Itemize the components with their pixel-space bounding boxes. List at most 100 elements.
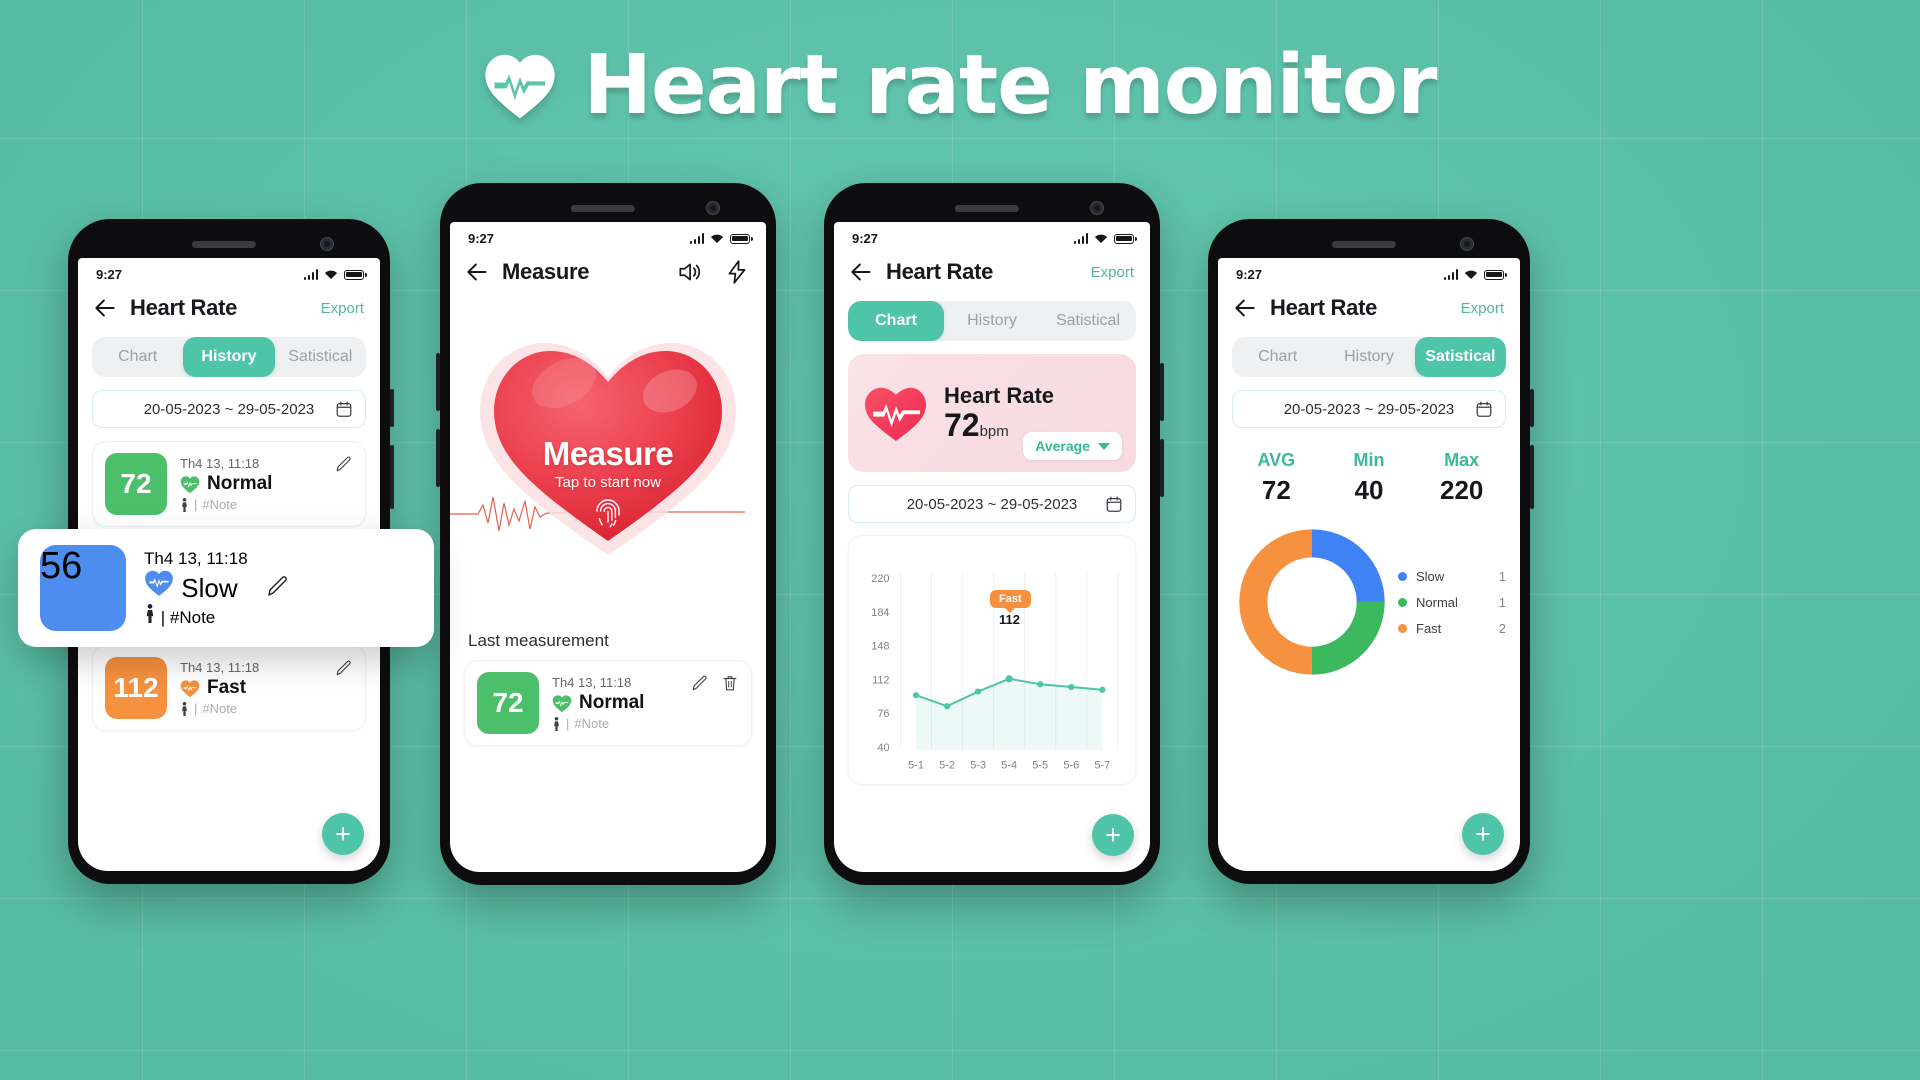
trash-icon[interactable] — [721, 674, 739, 692]
record-state: Slow — [144, 569, 248, 604]
record-body: Th4 13, 11:18 Normal | #Note — [552, 675, 678, 731]
stat-avg-value: 72 — [1261, 475, 1291, 505]
phone2-volume-button[interactable] — [436, 429, 440, 487]
phone3-camera — [1090, 201, 1104, 215]
back-arrow-icon[interactable] — [1232, 295, 1258, 321]
phone1-appbar: Heart Rate Export — [78, 285, 380, 329]
pencil-icon[interactable] — [266, 574, 290, 598]
tab-satistical[interactable]: Satistical — [1414, 337, 1506, 377]
status-time: 9:27 — [1236, 267, 1263, 282]
record-actions — [335, 659, 353, 677]
tab-satistical[interactable]: Satistical — [1040, 301, 1136, 341]
pencil-icon[interactable] — [691, 674, 709, 692]
back-arrow-icon[interactable] — [92, 295, 118, 321]
record-state-label: Slow — [181, 572, 238, 603]
tab-satistical[interactable]: Satistical — [275, 337, 366, 377]
record-state: Fast — [180, 677, 322, 699]
flash-icon[interactable] — [724, 259, 750, 285]
calendar-icon[interactable] — [1105, 495, 1123, 513]
phone3-bezel — [834, 196, 1150, 222]
stat-min-value: 40 — [1354, 475, 1384, 505]
phone4-camera — [1460, 237, 1474, 251]
record-body: Th4 13, 11:18 Normal | #Note — [180, 456, 322, 512]
chart-area-fill — [916, 678, 1103, 751]
export-button[interactable]: Export — [1461, 300, 1504, 317]
legend-item-normal: Normal 1 — [1398, 595, 1506, 610]
donut-chart[interactable] — [1232, 522, 1392, 682]
date-range-selector[interactable]: 20-05-2023 ~ 29-05-2023 — [1232, 390, 1506, 428]
date-range-value: 20-05-2023 ~ 29-05-2023 — [1283, 400, 1455, 418]
fingerprint-icon[interactable] — [595, 498, 621, 528]
add-measurement-fab[interactable]: + — [1092, 814, 1134, 856]
add-measurement-fab[interactable]: + — [1462, 813, 1504, 855]
phone4-volume-button[interactable] — [1530, 445, 1534, 509]
highlighted-record-card[interactable]: 56 Th4 13, 11:18 Slow | #Note — [18, 529, 434, 647]
phone4-statusbar: 9:27 — [1218, 258, 1520, 285]
date-range-selector[interactable]: 20-05-2023 ~ 29-05-2023 — [92, 390, 366, 428]
back-arrow-icon[interactable] — [848, 259, 874, 285]
export-button[interactable]: Export — [1091, 264, 1134, 281]
phone4-tabs: Chart History Satistical — [1232, 337, 1506, 377]
note-sep: | — [194, 701, 198, 716]
page-title: Heart rate monitor — [583, 38, 1437, 133]
xtick-0: 5-1 — [908, 759, 924, 771]
pencil-icon[interactable] — [335, 659, 353, 677]
record-note: | #Note — [180, 701, 322, 716]
heart-rate-number: 72 — [944, 407, 980, 443]
legend-label-fast: Fast — [1416, 620, 1442, 636]
record-note: | #Note — [180, 497, 322, 512]
measure-area[interactable]: Measure Tap to start now — [450, 293, 766, 623]
calendar-icon[interactable] — [1475, 400, 1493, 418]
page-header: Heart rate monitor — [0, 38, 1920, 133]
back-arrow-icon[interactable] — [464, 259, 490, 285]
record-card-normal[interactable]: 72 Th4 13, 11:18 Normal | #Note — [92, 441, 366, 527]
phone2-statusbar: 9:27 — [450, 222, 766, 249]
tab-history[interactable]: History — [944, 301, 1040, 341]
phone1-volume-button[interactable] — [390, 445, 394, 509]
phone4-side-button[interactable] — [1530, 389, 1534, 427]
average-dropdown[interactable]: Average — [1023, 432, 1122, 460]
ytick-148: 148 — [871, 641, 889, 653]
tab-chart[interactable]: Chart — [92, 337, 183, 377]
add-measurement-fab[interactable]: + — [322, 813, 364, 855]
stat-min: Min 40 — [1323, 450, 1416, 506]
signal-icon — [1443, 269, 1458, 280]
ytick-112: 112 — [872, 674, 889, 686]
battery-icon — [344, 269, 367, 280]
tab-chart[interactable]: Chart — [848, 301, 944, 341]
phone3-side-button[interactable] — [1160, 363, 1164, 421]
record-actions — [335, 455, 353, 473]
export-button[interactable]: Export — [321, 300, 364, 317]
record-card-fast[interactable]: 112 Th4 13, 11:18 Fast | #Note — [92, 645, 366, 731]
calendar-icon[interactable] — [335, 400, 353, 418]
date-range-selector[interactable]: 20-05-2023 ~ 29-05-2023 — [848, 485, 1136, 523]
xtick-4: 5-5 — [1032, 759, 1048, 771]
phone1-side-button[interactable] — [390, 389, 394, 427]
phone-statistical: 9:27 Heart Rate Export Chart History Sat… — [1208, 219, 1534, 884]
ytick-76: 76 — [877, 708, 889, 720]
donut-section: Slow 1 Normal 1 Fast 2 — [1218, 522, 1520, 682]
phone1-speaker — [191, 241, 256, 248]
phone3-screen: 9:27 Heart Rate Export Chart History Sat… — [834, 222, 1150, 872]
record-state-label: Normal — [207, 473, 273, 494]
tab-history[interactable]: History — [1323, 337, 1414, 377]
record-time: Th4 13, 11:18 — [552, 675, 632, 690]
xtick-3: 5-4 — [1001, 759, 1017, 771]
tab-chart[interactable]: Chart — [1232, 337, 1323, 377]
phone2-side-button[interactable] — [436, 353, 440, 411]
battery-icon — [1114, 233, 1137, 244]
record-actions — [266, 574, 290, 603]
heart-rate-line-chart[interactable]: 220 184 148 112 76 40 5-1 5-2 5-3 5-4 5-… — [848, 535, 1136, 785]
phone1-camera — [320, 237, 334, 251]
speaker-icon[interactable] — [676, 259, 702, 285]
xtick-5: 5-6 — [1063, 759, 1079, 771]
phone3-tabs: Chart History Satistical — [848, 301, 1136, 341]
signal-icon — [689, 233, 704, 244]
phone3-volume-button[interactable] — [1160, 439, 1164, 497]
pencil-icon[interactable] — [335, 455, 353, 473]
phone1-bezel — [78, 232, 380, 258]
last-measurement-card[interactable]: 72 Th4 13, 11:18 Normal | #Note — [464, 660, 752, 746]
tab-history[interactable]: History — [183, 337, 275, 377]
ytick-40: 40 — [877, 742, 889, 754]
date-range-value: 20-05-2023 ~ 29-05-2023 — [906, 495, 1078, 513]
